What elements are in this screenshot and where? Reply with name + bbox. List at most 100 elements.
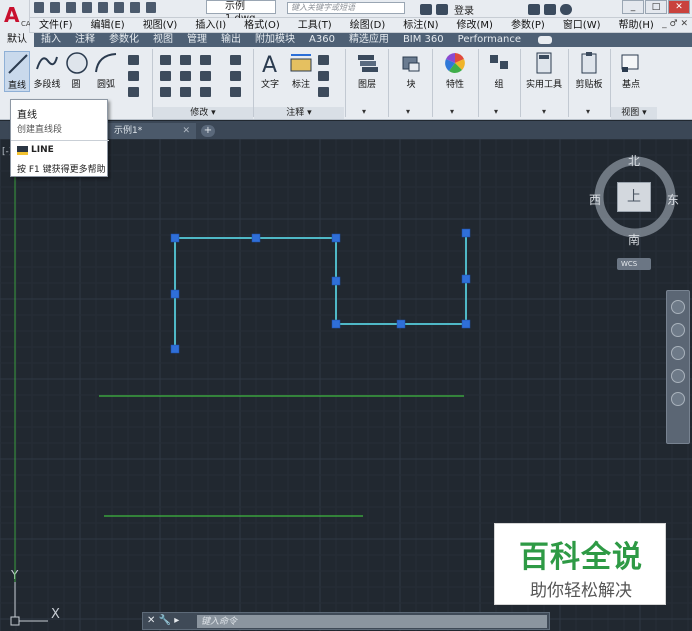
tab-parametric[interactable]: 参数化 bbox=[102, 33, 146, 47]
circle-tool-button[interactable]: 圆 bbox=[64, 51, 88, 90]
menu-modify[interactable]: 修改(M) bbox=[448, 18, 502, 33]
save-as-icon[interactable] bbox=[82, 2, 92, 13]
compass-south[interactable]: 南 bbox=[628, 231, 640, 248]
share-icon[interactable] bbox=[146, 2, 156, 13]
mirror-icon[interactable] bbox=[180, 71, 191, 81]
undo-icon[interactable] bbox=[114, 2, 124, 13]
redo-icon[interactable] bbox=[130, 2, 140, 13]
close-tab-icon[interactable]: ✕ bbox=[182, 123, 190, 139]
view-panel-title[interactable]: 视图 ▾ bbox=[611, 107, 657, 119]
group-dropdown-icon[interactable]: ▾ bbox=[494, 107, 498, 116]
pan-icon[interactable] bbox=[671, 323, 685, 337]
ribbon-minimize-toggle[interactable] bbox=[538, 36, 553, 44]
properties-button[interactable]: 特性 bbox=[438, 51, 472, 90]
command-line-controls[interactable]: ✕ 🔧 ▸ bbox=[147, 615, 179, 626]
search-input[interactable]: 键入关键字或短语 bbox=[287, 2, 405, 14]
new-tab-button[interactable]: + bbox=[201, 125, 215, 137]
tab-manage[interactable]: 管理 bbox=[180, 33, 214, 47]
application-menu-button[interactable]: A CAD bbox=[0, 0, 36, 33]
menu-draw[interactable]: 绘图(D) bbox=[341, 18, 395, 33]
menu-window[interactable]: 窗口(W) bbox=[554, 18, 610, 33]
login-button[interactable]: 登录 bbox=[454, 2, 474, 17]
compass-north[interactable]: 北 bbox=[628, 152, 640, 169]
zoom-icon[interactable] bbox=[671, 346, 685, 360]
tab-default[interactable]: 默认 bbox=[0, 33, 34, 47]
compass-west[interactable]: 西 bbox=[589, 191, 601, 208]
tab-view[interactable]: 视图 bbox=[146, 33, 180, 47]
grip[interactable] bbox=[461, 228, 471, 238]
tab-insert[interactable]: 插入 bbox=[34, 33, 68, 47]
grip[interactable] bbox=[331, 276, 341, 286]
scale-icon[interactable] bbox=[180, 87, 191, 97]
help-icon[interactable] bbox=[560, 4, 572, 15]
properties-dropdown-icon[interactable]: ▾ bbox=[450, 107, 454, 116]
block-button[interactable]: 块 bbox=[394, 51, 428, 90]
grip[interactable] bbox=[331, 233, 341, 243]
exchange-icon[interactable] bbox=[528, 4, 540, 15]
tab-bim360[interactable]: BIM 360 bbox=[396, 33, 451, 47]
grip[interactable] bbox=[170, 289, 180, 299]
leader-icon[interactable] bbox=[318, 71, 329, 81]
minimize-button[interactable]: _ bbox=[622, 0, 644, 14]
tab-a360[interactable]: A360 bbox=[302, 33, 342, 47]
command-input[interactable] bbox=[197, 615, 547, 628]
dimension-tool-button[interactable]: 标注 bbox=[288, 51, 314, 90]
annotation-panel-title[interactable]: 注释 ▾ bbox=[254, 107, 344, 119]
grip[interactable] bbox=[251, 233, 261, 243]
menu-file[interactable]: 文件(F) bbox=[30, 18, 82, 33]
viewcube-top-face[interactable]: 上 bbox=[617, 182, 651, 212]
quick-access-toolbar[interactable] bbox=[34, 2, 156, 16]
text-tool-button[interactable]: A 文字 bbox=[258, 51, 282, 90]
menu-tools[interactable]: 工具(T) bbox=[289, 18, 341, 33]
modify-panel-title[interactable]: 修改 ▾ bbox=[153, 107, 253, 119]
tab-addins[interactable]: 附加模块 bbox=[248, 33, 302, 47]
rectangle-icon[interactable] bbox=[128, 55, 139, 65]
layers-dropdown-icon[interactable]: ▾ bbox=[362, 107, 366, 116]
compass-east[interactable]: 东 bbox=[667, 191, 679, 208]
open-icon[interactable] bbox=[50, 2, 60, 13]
file-tab-example1[interactable]: 示例1* ✕ bbox=[108, 123, 196, 139]
showmotion-icon[interactable] bbox=[671, 392, 685, 406]
menu-dimension[interactable]: 标注(N) bbox=[394, 18, 447, 33]
polyline-tool-button[interactable]: 多段线 bbox=[32, 51, 62, 90]
a360-icon[interactable] bbox=[544, 4, 556, 15]
erase-icon[interactable] bbox=[230, 55, 241, 65]
grip[interactable] bbox=[461, 319, 471, 329]
stretch-icon[interactable] bbox=[160, 87, 171, 97]
trim-icon[interactable] bbox=[200, 55, 211, 65]
menu-insert[interactable]: 插入(I) bbox=[186, 18, 235, 33]
base-point-button[interactable]: 基点 bbox=[614, 51, 648, 90]
line-tool-button[interactable]: 直线 bbox=[4, 51, 30, 92]
fillet-icon[interactable] bbox=[200, 71, 211, 81]
layers-button[interactable]: 图层 bbox=[350, 51, 384, 90]
linear-dim-icon[interactable] bbox=[318, 55, 329, 65]
table-icon[interactable] bbox=[318, 87, 329, 97]
menu-help[interactable]: 帮助(H) bbox=[610, 18, 663, 33]
gradient-icon[interactable] bbox=[128, 87, 139, 97]
print-icon[interactable] bbox=[98, 2, 108, 13]
steering-wheel-icon[interactable] bbox=[671, 300, 685, 314]
grip[interactable] bbox=[170, 233, 180, 243]
polyline-left[interactable] bbox=[174, 233, 467, 349]
move-icon[interactable] bbox=[160, 55, 171, 65]
menu-format[interactable]: 格式(O) bbox=[235, 18, 289, 33]
binoculars-icon[interactable] bbox=[420, 4, 432, 15]
close-button[interactable]: ✕ bbox=[668, 0, 690, 14]
save-icon[interactable] bbox=[66, 2, 76, 13]
tab-performance[interactable]: Performance bbox=[451, 33, 528, 47]
orbit-icon[interactable] bbox=[671, 369, 685, 383]
menu-parametric[interactable]: 参数(P) bbox=[502, 18, 554, 33]
group-button[interactable]: 组 bbox=[484, 51, 514, 90]
wcs-menu[interactable]: WCS bbox=[617, 258, 651, 270]
menu-edit[interactable]: 编辑(E) bbox=[82, 18, 134, 33]
utilities-dropdown-icon[interactable]: ▾ bbox=[542, 107, 546, 116]
doc-window-controls[interactable]: _ ♂ ✕ bbox=[662, 19, 688, 29]
utilities-button[interactable]: 实用工具 bbox=[524, 51, 564, 90]
copy-icon[interactable] bbox=[160, 71, 171, 81]
rotate-icon[interactable] bbox=[180, 55, 191, 65]
clipboard-dropdown-icon[interactable]: ▾ bbox=[586, 107, 590, 116]
tab-featured-apps[interactable]: 精选应用 bbox=[342, 33, 396, 47]
menu-view[interactable]: 视图(V) bbox=[134, 18, 187, 33]
clipboard-button[interactable]: 剪贴板 bbox=[572, 51, 606, 90]
new-icon[interactable] bbox=[34, 2, 44, 13]
